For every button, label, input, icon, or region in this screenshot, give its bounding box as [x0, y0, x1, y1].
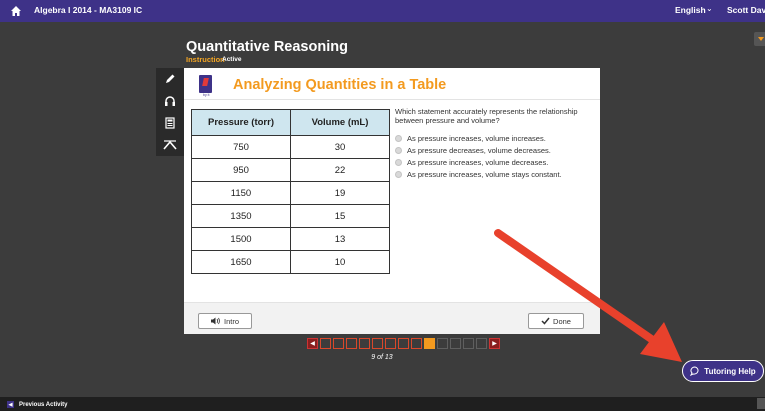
intro-button[interactable]: Intro — [198, 313, 252, 329]
column-header: Pressure (torr) — [191, 109, 291, 136]
arrow-left-icon: ◀ — [7, 401, 14, 408]
table-row: 950 22 — [191, 158, 390, 182]
lesson-panel: by it Analyzing Quantities in a Table Pr… — [184, 68, 600, 334]
page-square[interactable] — [437, 338, 448, 349]
tutoring-help-button[interactable]: Tutoring Help — [682, 360, 764, 382]
table-cell: 1150 — [191, 181, 291, 205]
radio-button[interactable] — [395, 170, 402, 178]
done-label: Done — [553, 316, 571, 326]
panel-header: by it Analyzing Quantities in a Table — [184, 68, 600, 100]
page-square[interactable] — [320, 338, 331, 349]
table-cell: 750 — [191, 135, 291, 159]
table-row: 1650 10 — [191, 250, 390, 274]
table-cell: 1350 — [191, 204, 291, 228]
calculator-tool[interactable] — [156, 112, 184, 134]
page-square[interactable] — [411, 338, 422, 349]
page-square-current[interactable] — [424, 338, 435, 349]
next-activity-button[interactable] — [757, 398, 765, 409]
speaker-icon — [210, 317, 220, 325]
page-navigator: ◀ ▶ — [307, 338, 500, 349]
intro-label: Intro — [223, 316, 239, 326]
panel-title: Analyzing Quantities in a Table — [233, 77, 447, 93]
option-label: As pressure increases, volume stays cons… — [407, 169, 562, 179]
prev-page-button[interactable]: ◀ — [307, 338, 318, 349]
logo-caption: by it — [203, 93, 210, 97]
answer-option[interactable]: As pressure increases, volume increases. — [395, 132, 562, 144]
answer-options: As pressure increases, volume increases.… — [395, 132, 562, 180]
bottom-bar: ◀ Previous Activity — [0, 397, 765, 411]
home-icon[interactable] — [10, 5, 22, 17]
tutoring-help-label: Tutoring Help — [704, 366, 756, 376]
table-cell: 19 — [290, 181, 390, 205]
audio-tool[interactable] — [156, 90, 184, 112]
previous-activity-button[interactable]: ◀ Previous Activity — [7, 400, 67, 409]
page-square[interactable] — [463, 338, 474, 349]
table-row: 1350 15 — [191, 204, 390, 228]
collapse-tool[interactable] — [156, 134, 184, 156]
column-header: Volume (mL) — [290, 109, 390, 136]
option-label: As pressure increases, volume increases. — [407, 133, 546, 143]
next-page-button[interactable]: ▶ — [489, 338, 500, 349]
done-button[interactable]: Done — [528, 313, 584, 329]
table-cell: 10 — [290, 250, 390, 274]
table-cell: 15 — [290, 204, 390, 228]
table-header-row: Pressure (torr) Volume (mL) — [191, 109, 390, 136]
chevron-down-icon[interactable]: ⌄ — [706, 4, 713, 13]
course-title: Algebra I 2014 - MA3109 IC — [34, 5, 143, 15]
option-label: As pressure increases, volume decreases. — [407, 157, 549, 167]
language-selector[interactable]: English — [675, 5, 706, 15]
table-row: 750 30 — [191, 135, 390, 159]
top-bar: Algebra I 2014 - MA3109 IC English ⌄ Sco… — [0, 0, 765, 22]
checkmark-icon — [541, 317, 550, 325]
radio-button[interactable] — [395, 146, 402, 154]
previous-activity-label: Previous Activity — [19, 401, 68, 408]
data-table: Pressure (torr) Volume (mL) 750 30 950 2… — [191, 109, 390, 274]
page-square[interactable] — [359, 338, 370, 349]
table-cell: 1650 — [191, 250, 291, 274]
side-panel-toggle[interactable] — [754, 32, 765, 46]
tool-column — [156, 68, 184, 156]
table-cell: 1500 — [191, 227, 291, 251]
question-text: Which statement accurately represents th… — [395, 107, 578, 125]
table-cell: 30 — [290, 135, 390, 159]
user-name[interactable]: Scott Davies — [727, 5, 765, 15]
pencil-tool[interactable] — [156, 68, 184, 90]
answer-option[interactable]: As pressure increases, volume stays cons… — [395, 168, 562, 180]
page-square[interactable] — [372, 338, 383, 349]
page-indicator: 9 of 13 — [371, 354, 393, 361]
radio-button[interactable] — [395, 158, 402, 166]
headphones-icon — [165, 96, 175, 106]
section-label: Instruction — [186, 55, 225, 64]
pencil-icon — [166, 74, 175, 83]
answer-option[interactable]: As pressure decreases, volume decreases. — [395, 144, 562, 156]
page-square[interactable] — [398, 338, 409, 349]
table-cell: 13 — [290, 227, 390, 251]
page-square[interactable] — [476, 338, 487, 349]
page-square[interactable] — [333, 338, 344, 349]
page-square[interactable] — [450, 338, 461, 349]
table-row: 1500 13 — [191, 227, 390, 251]
status-label: Active — [222, 56, 242, 63]
chat-bubble-icon — [690, 366, 699, 376]
table-row: 1150 19 — [191, 181, 390, 205]
brand-logo-icon — [199, 75, 212, 93]
option-label: As pressure decreases, volume decreases. — [407, 145, 551, 155]
answer-option[interactable]: As pressure increases, volume decreases. — [395, 156, 562, 168]
page-square[interactable] — [385, 338, 396, 349]
calculator-icon — [165, 117, 175, 129]
table-cell: 950 — [191, 158, 291, 182]
panel-footer: Intro Done — [184, 302, 600, 334]
activity-title: Quantitative Reasoning — [186, 39, 348, 55]
radio-button[interactable] — [395, 134, 402, 142]
table-cell: 22 — [290, 158, 390, 182]
page-square[interactable] — [346, 338, 357, 349]
collapse-icon — [163, 140, 177, 150]
